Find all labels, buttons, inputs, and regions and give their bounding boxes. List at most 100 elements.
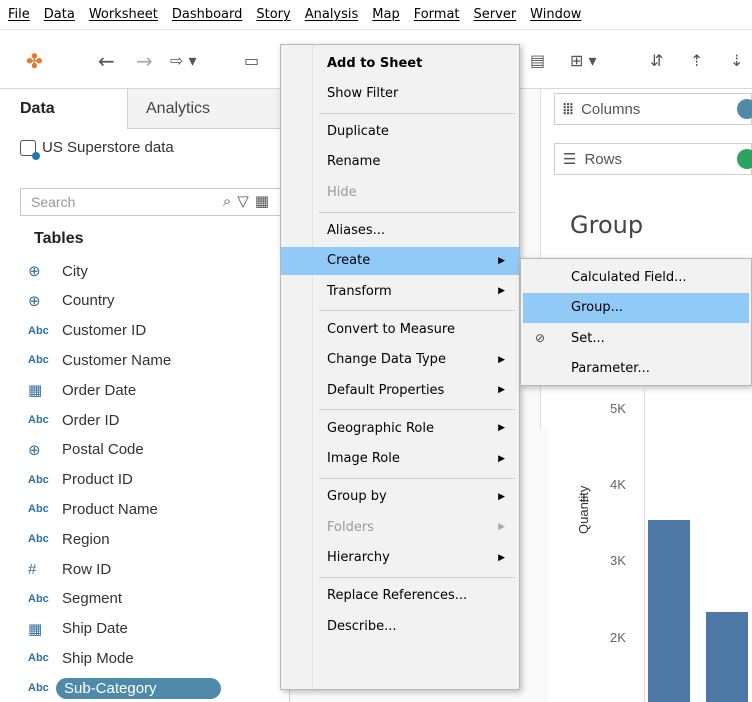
sort-ascending-icon[interactable]: ⇡ [690,51,703,70]
menu-item-geographic-role[interactable]: Geographic Role ▶ [281,414,519,442]
tableau-logo-icon[interactable]: ✤ [26,49,43,73]
columns-shelf[interactable]: ⦙⦙⦙ Columns [554,93,752,125]
field-sub-category[interactable]: Abc Sub-Category [28,675,221,701]
y-tick-label: 2K [610,630,626,645]
menu-worksheet[interactable]: Worksheet [89,7,158,22]
back-icon[interactable]: ← [98,49,115,73]
hash-icon: # [28,560,37,578]
menu-window[interactable]: Window [530,7,581,22]
field-row-id[interactable]: # Row ID [28,556,111,582]
field-ship-mode[interactable]: Abc Ship Mode [28,645,134,671]
menu-item-image-role[interactable]: Image Role ▶ [281,445,519,473]
bar-mark[interactable] [648,519,690,702]
forward-icon[interactable]: → [136,49,153,73]
menu-analysis[interactable]: Analysis [305,7,359,22]
globe-icon: ⊕ [28,441,41,459]
menu-item-hierarchy[interactable]: Hierarchy ▶ [281,544,519,572]
field-customer-id[interactable]: Abc Customer ID [28,318,146,344]
menu-item-show-filter[interactable]: Show Filter [281,79,519,107]
search-input[interactable]: Search ⌕▽▦ [20,188,282,216]
tab-analytics[interactable]: Analytics [128,89,290,129]
field-region[interactable]: Abc Region [28,526,110,552]
menu-story[interactable]: Story [256,7,290,22]
rows-pill[interactable] [737,149,752,169]
field-segment[interactable]: Abc Segment [28,586,122,612]
globe-icon: ⊕ [28,263,41,280]
menu-server[interactable]: Server [474,7,517,22]
field-label: Order Date [62,381,137,399]
menu-dashboard[interactable]: Dashboard [172,7,243,22]
sort-descending-icon[interactable]: ⇣ [730,51,743,70]
menu-item-label: Convert to Measure [327,321,455,337]
globe-icon: ⊕ [28,292,41,310]
menu-item-label: Add to Sheet [327,55,423,71]
menu-map[interactable]: Map [372,7,399,22]
submenu-item-calculated-field[interactable]: Calculated Field... [523,262,749,292]
submenu-item-parameter[interactable]: Parameter... [523,354,749,384]
abc-icon: Abc [28,473,49,486]
sheet-title: Group [570,211,644,239]
rows-shelf-icon: ☰ [563,151,577,168]
field-city[interactable]: ⊕ City [28,258,88,284]
set-icon: ⊘ [535,331,546,345]
menu-item-label: Duplicate [327,124,389,140]
menu-item-group-by[interactable]: Group by ▶ [281,483,519,511]
menu-item-label: Change Data Type [327,352,446,368]
tab-data[interactable]: Data [0,89,128,129]
field-product-id[interactable]: Abc Product ID [28,467,133,493]
rows-shelf[interactable]: ☰ Rows [554,143,752,175]
abc-icon: Abc [28,503,49,516]
field-order-date[interactable]: ▦ Order Date [28,377,136,403]
field-customer-name[interactable]: Abc Customer Name [28,347,171,373]
field-label: Segment [62,590,123,608]
menu-item-aliases[interactable]: Aliases... [281,217,519,245]
rows-shelf-label: Rows [584,150,622,168]
menu-item-default-properties[interactable]: Default Properties ▶ [281,376,519,404]
datasource-icon [20,139,40,160]
menu-data[interactable]: Data [44,7,75,22]
abc-icon: Abc [28,533,49,546]
field-ship-date[interactable]: ▦ Ship Date [28,616,128,642]
menu-separator [319,112,515,114]
field-country[interactable]: ⊕ Country [28,288,115,314]
columns-pill[interactable] [737,99,752,119]
abc-icon: Abc [28,652,49,665]
redo-dropdown-icon[interactable]: ⇨ ▾ [170,51,197,70]
field-order-id[interactable]: Abc Order ID [28,407,120,433]
submenu-arrow-icon: ▶ [498,286,505,297]
sheet-icon[interactable]: ▤ [530,51,545,70]
menu-format[interactable]: Format [414,7,460,22]
submenu-item-set[interactable]: ⊘ Set... [523,323,749,353]
menu-separator [319,409,515,411]
field-product-name[interactable]: Abc Product Name [28,496,158,522]
menu-item-hide: Hide [281,178,519,206]
submenu-arrow-icon: ▶ [498,453,505,464]
menu-item-add-to-sheet[interactable]: Add to Sheet [281,49,519,77]
search-filter-icons[interactable]: ⌕▽▦ [223,192,275,210]
menu-item-label: Replace References... [327,588,468,604]
menu-item-replace-references[interactable]: Replace References... [281,582,519,610]
swap-icon[interactable]: ⇵ [650,51,663,70]
field-label: Product Name [62,500,158,518]
menu-file[interactable]: File [8,7,30,22]
menu-item-rename[interactable]: Rename [281,148,519,176]
menu-item-folders: Folders ▶ [281,513,519,541]
menu-item-label: Show Filter [327,85,399,101]
menu-item-duplicate[interactable]: Duplicate [281,118,519,146]
chart-clear-icon[interactable]: ⊞ ▾ [570,51,597,70]
menu-item-convert-to-measure[interactable]: Convert to Measure [281,315,519,343]
menu-item-change-data-type[interactable]: Change Data Type ▶ [281,346,519,374]
field-label: Ship Mode [62,649,134,667]
datasource-label: US Superstore data [42,139,174,156]
menu-item-transform[interactable]: Transform ▶ [281,277,519,305]
menu-item-describe[interactable]: Describe... [281,612,519,640]
y-tick-label: 5K [610,401,626,416]
field-postal-code[interactable]: ⊕ Postal Code [28,437,144,463]
menu-item-label: Aliases... [327,223,386,238]
datasource[interactable]: US Superstore data [20,139,174,160]
bar-mark[interactable] [706,612,748,702]
save-icon[interactable]: ▭ [244,51,259,70]
submenu-item-group[interactable]: Group... [523,292,749,323]
menu-item-create[interactable]: Create ▶ [281,246,519,275]
menu-item-label: Rename [327,154,381,170]
